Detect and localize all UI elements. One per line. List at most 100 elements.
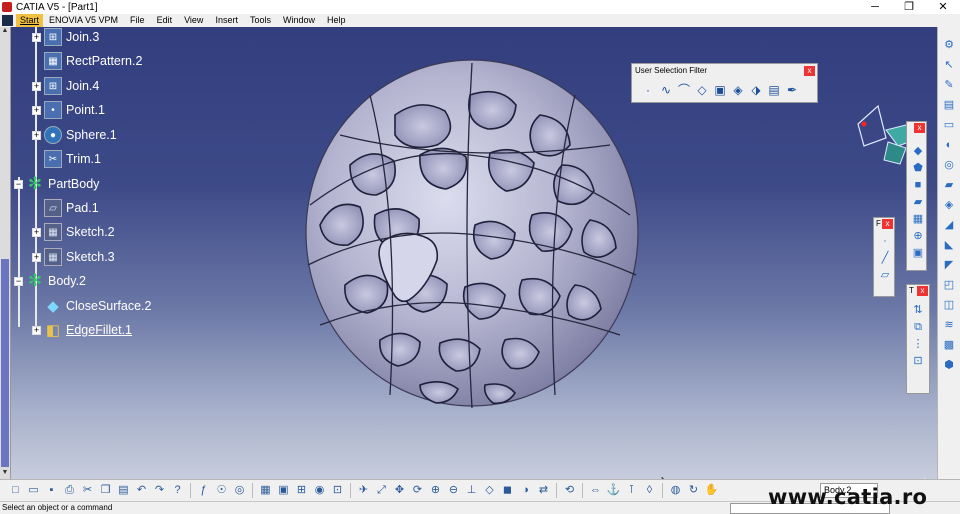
- shaft-icon[interactable]: ◐: [941, 137, 957, 153]
- tree-item-pad-1[interactable]: ▱ Pad.1: [44, 199, 99, 217]
- tree-item-join-3[interactable]: + ⊞ Join.3: [32, 28, 99, 46]
- volume-filter-icon[interactable]: ◇: [694, 82, 710, 98]
- undo-icon[interactable]: ↶: [134, 483, 149, 498]
- camera-icon[interactable]: ◍: [668, 483, 683, 498]
- collapse-icon[interactable]: −: [14, 276, 23, 286]
- rect-pattern-icon[interactable]: ⋮: [911, 337, 925, 351]
- expand-icon[interactable]: +: [32, 32, 41, 42]
- rotate-icon[interactable]: ⟳: [410, 483, 425, 498]
- scroll-up-icon[interactable]: ▲: [1, 27, 9, 35]
- zoom-out-icon[interactable]: ⊖: [446, 483, 461, 498]
- mirror-icon[interactable]: ⧉: [911, 320, 925, 334]
- point-icon[interactable]: ·: [878, 234, 892, 248]
- measure-icon[interactable]: ⊡: [330, 483, 345, 498]
- menu-tools[interactable]: Tools: [244, 14, 277, 27]
- tree-item-trim-1[interactable]: ✂ Trim.1: [44, 150, 101, 168]
- translate-icon[interactable]: ⇅: [911, 303, 925, 317]
- tree-icon[interactable]: ⊞: [294, 483, 309, 498]
- tree-item-sketch-3[interactable]: + ▦ Sketch.3: [32, 248, 115, 266]
- document-icon[interactable]: [2, 15, 13, 26]
- close-toolbar-button[interactable]: x: [917, 286, 928, 296]
- zoom-in-icon[interactable]: ⊕: [428, 483, 443, 498]
- fit-all-icon[interactable]: ⤢: [374, 483, 389, 498]
- trap-icon[interactable]: ▤: [766, 82, 782, 98]
- expand-icon[interactable]: +: [32, 130, 41, 140]
- expand-icon[interactable]: +: [32, 227, 41, 237]
- hole-icon[interactable]: ◎: [941, 157, 957, 173]
- sketch-icon[interactable]: ✎: [941, 77, 957, 93]
- image-icon[interactable]: ▣: [276, 483, 291, 498]
- draft-icon[interactable]: ◤: [941, 257, 957, 273]
- thickness-icon[interactable]: ◫: [941, 297, 957, 313]
- bottle-icon[interactable]: ◊: [642, 483, 657, 498]
- close-toolbar-button[interactable]: x: [914, 123, 925, 133]
- extrude-icon[interactable]: ▰: [911, 195, 925, 209]
- surface-filter-icon[interactable]: ⌒: [676, 82, 692, 98]
- menu-edit[interactable]: Edit: [151, 14, 179, 27]
- whats-this-icon[interactable]: ?: [170, 483, 185, 498]
- pad-icon[interactable]: ▤: [941, 97, 957, 113]
- material-icon[interactable]: ◉: [312, 483, 327, 498]
- shading-icon[interactable]: ◼: [500, 483, 515, 498]
- tree-item-join-4[interactable]: + ⊞ Join.4: [32, 77, 99, 95]
- open-icon[interactable]: ▭: [26, 483, 41, 498]
- surface-icon[interactable]: ⬢: [941, 357, 957, 373]
- tree-item-partbody[interactable]: − ✻ PartBody: [14, 174, 99, 193]
- select-arrow-icon[interactable]: ↖: [941, 57, 957, 73]
- scale-icon[interactable]: ⊡: [911, 354, 925, 368]
- iso-view-icon[interactable]: ◇: [482, 483, 497, 498]
- scrollbar-thumb[interactable]: [1, 259, 9, 467]
- solid-icon[interactable]: ⬟: [911, 161, 925, 175]
- knowledge-icon[interactable]: ◎: [232, 483, 247, 498]
- tree-item-edgefillet-1[interactable]: + ◧ EdgeFillet.1: [32, 321, 132, 339]
- chamfer-icon[interactable]: ◣: [941, 237, 957, 253]
- constraint-icon[interactable]: ⇔: [588, 483, 603, 498]
- close-toolbar-button[interactable]: x: [882, 219, 893, 229]
- expand-icon[interactable]: +: [32, 325, 41, 335]
- paste-icon[interactable]: ▤: [116, 483, 131, 498]
- update-icon[interactable]: ⟲: [562, 483, 577, 498]
- anchor-icon[interactable]: ⚓: [606, 483, 621, 498]
- hand-icon[interactable]: ✋: [704, 483, 719, 498]
- geometry-filter-icon[interactable]: ◈: [730, 82, 746, 98]
- hide-show-icon[interactable]: ◑: [518, 483, 533, 498]
- shape-icon[interactable]: ◆: [911, 144, 925, 158]
- curve-filter-icon[interactable]: ∿: [658, 82, 674, 98]
- scroll-down-icon[interactable]: ▼: [1, 469, 9, 477]
- close-toolbar-button[interactable]: x: [804, 66, 815, 76]
- point-filter-icon[interactable]: ·: [640, 82, 656, 98]
- close-button[interactable]: ✕: [926, 0, 960, 14]
- pattern-icon[interactable]: ▦: [911, 212, 925, 226]
- menu-start[interactable]: Start: [16, 14, 44, 27]
- table-icon[interactable]: ▦: [258, 483, 273, 498]
- cut-icon[interactable]: ✂: [80, 483, 95, 498]
- minimize-button[interactable]: ─: [858, 0, 892, 14]
- expand-icon[interactable]: +: [32, 252, 41, 262]
- tree-item-sphere-1[interactable]: + ● Sphere.1: [32, 126, 117, 144]
- tree-item-body-2[interactable]: − ✻ Body.2: [14, 271, 86, 290]
- comment-icon[interactable]: ☉: [214, 483, 229, 498]
- tree-scrollbar[interactable]: ▲ ▼: [0, 27, 11, 479]
- menu-window[interactable]: Window: [277, 14, 321, 27]
- fly-icon[interactable]: ✈: [356, 483, 371, 498]
- menu-help[interactable]: Help: [321, 14, 352, 27]
- collapse-icon[interactable]: −: [14, 179, 23, 189]
- new-icon[interactable]: □: [8, 483, 23, 498]
- restore-button[interactable]: ❐: [892, 0, 926, 14]
- menu-insert[interactable]: Insert: [209, 14, 244, 27]
- quick-select-icon[interactable]: ⬗: [748, 82, 764, 98]
- tree-item-sketch-2[interactable]: + ▦ Sketch.2: [32, 223, 115, 241]
- fillet-icon[interactable]: ◢: [941, 217, 957, 233]
- expand-icon[interactable]: +: [32, 105, 41, 115]
- tree-item-closesurface-2[interactable]: ◆ CloseSurface.2: [44, 297, 151, 315]
- thread-icon[interactable]: ≋: [941, 317, 957, 333]
- print-icon[interactable]: ⎙: [62, 483, 77, 498]
- menu-view[interactable]: View: [178, 14, 209, 27]
- copy-icon[interactable]: ❐: [98, 483, 113, 498]
- slot-icon[interactable]: ◈: [941, 197, 957, 213]
- normal-view-icon[interactable]: ⊥: [464, 483, 479, 498]
- feature-filter-icon[interactable]: ▣: [712, 82, 728, 98]
- pocket-icon[interactable]: ▭: [941, 117, 957, 133]
- refresh-icon[interactable]: ↻: [686, 483, 701, 498]
- shell-icon[interactable]: ◰: [941, 277, 957, 293]
